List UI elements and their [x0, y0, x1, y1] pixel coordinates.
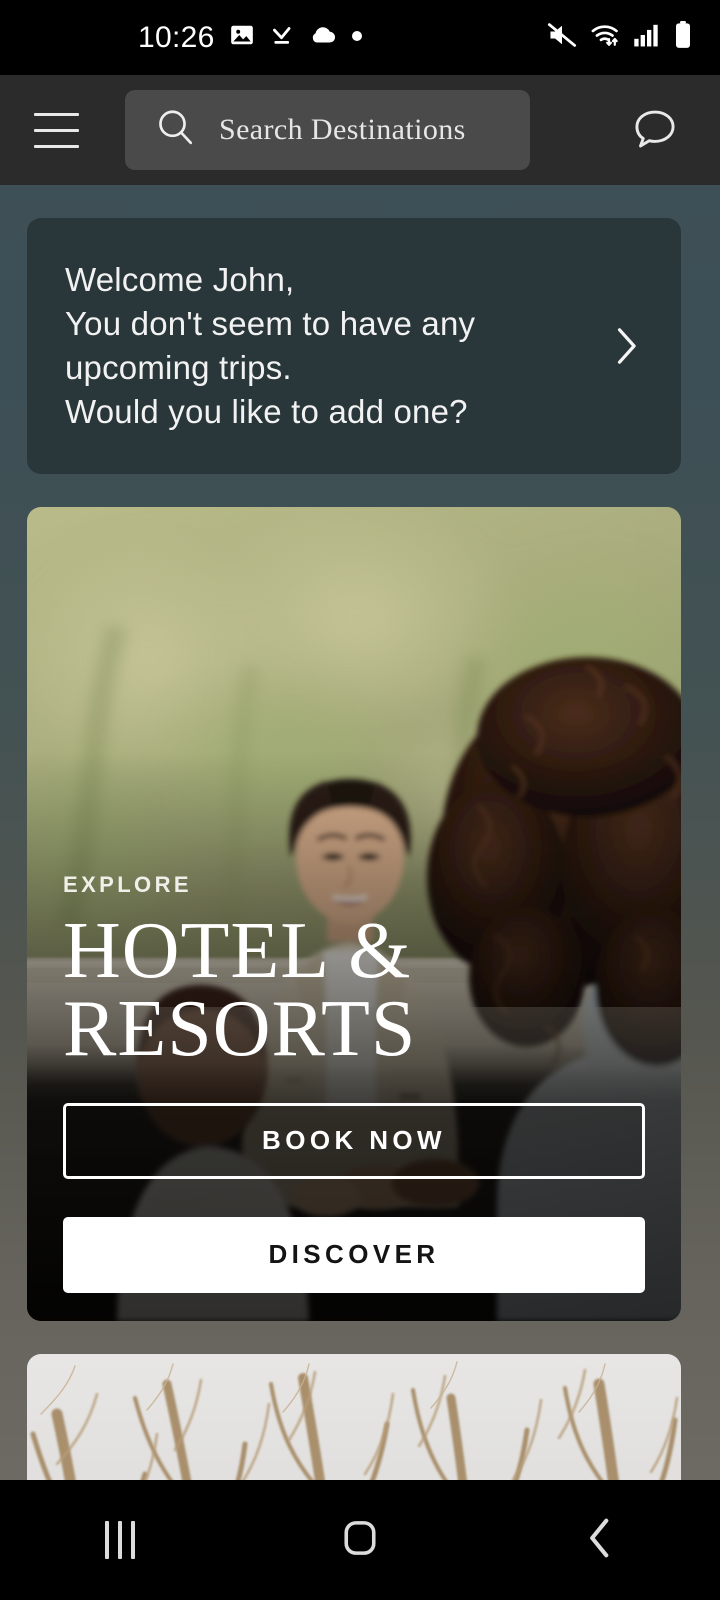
hero-title: HOTEL & RESORTS [63, 906, 645, 1074]
second-card[interactable] [27, 1353, 681, 1480]
home-button[interactable] [240, 1516, 480, 1565]
phone-screen: 10:26 Search Destinations Welcome John, … [0, 0, 720, 1600]
status-bar-clock: 10:26 [138, 20, 215, 54]
hero-title-line-1: HOTEL & [63, 906, 412, 995]
welcome-line-1: Welcome John, [65, 261, 295, 298]
hero-card[interactable]: EXPLORE HOTEL & RESORTS BOOK NOW DISCOVE… [27, 506, 681, 1321]
scroll-content: Welcome John, You don't seem to have any… [0, 185, 720, 1480]
chevron-right-icon[interactable] [591, 325, 661, 367]
search-input[interactable]: Search Destinations [125, 90, 530, 170]
book-now-button[interactable]: BOOK NOW [63, 1102, 645, 1179]
battery-icon [674, 21, 692, 54]
search-placeholder: Search Destinations [219, 113, 466, 146]
signal-icon [633, 22, 661, 53]
welcome-line-2: You don't seem to have any [65, 304, 476, 342]
tree-branches-image [27, 1353, 681, 1480]
status-bar: 10:26 [0, 0, 720, 75]
welcome-card-text: Welcome John, You don't seem to have any… [65, 258, 591, 434]
recents-icon [105, 1521, 135, 1559]
app-background: Search Destinations Welcome John, You do… [0, 75, 720, 1480]
hero-eyebrow: EXPLORE [63, 871, 192, 897]
hero-content: EXPLORE HOTEL & RESORTS BOOK NOW DISCOVE… [27, 872, 681, 1321]
back-icon [583, 1516, 617, 1565]
hamburger-menu-icon[interactable] [34, 112, 110, 148]
app-header: Search Destinations [0, 75, 720, 185]
wifi-icon [590, 22, 620, 53]
back-button[interactable] [480, 1516, 720, 1565]
home-icon [338, 1516, 382, 1565]
status-bar-left: 10:26 [138, 21, 363, 55]
status-bar-right [547, 21, 692, 54]
download-icon [269, 22, 295, 53]
dot-icon [351, 29, 363, 47]
hero-title-line-2: RESORTS [63, 985, 417, 1074]
chat-bubble-icon[interactable] [626, 101, 684, 159]
search-icon [155, 107, 197, 154]
recents-button[interactable] [0, 1521, 240, 1559]
android-nav-bar [0, 1480, 720, 1600]
discover-button[interactable]: DISCOVER [63, 1216, 645, 1293]
welcome-line-3: upcoming trips. [65, 348, 292, 386]
mute-icon [547, 22, 577, 53]
image-icon [229, 22, 255, 53]
cloud-icon [309, 22, 337, 53]
welcome-card[interactable]: Welcome John, You don't seem to have any… [27, 218, 681, 474]
welcome-line-4: Would you like to add one? [65, 392, 468, 430]
